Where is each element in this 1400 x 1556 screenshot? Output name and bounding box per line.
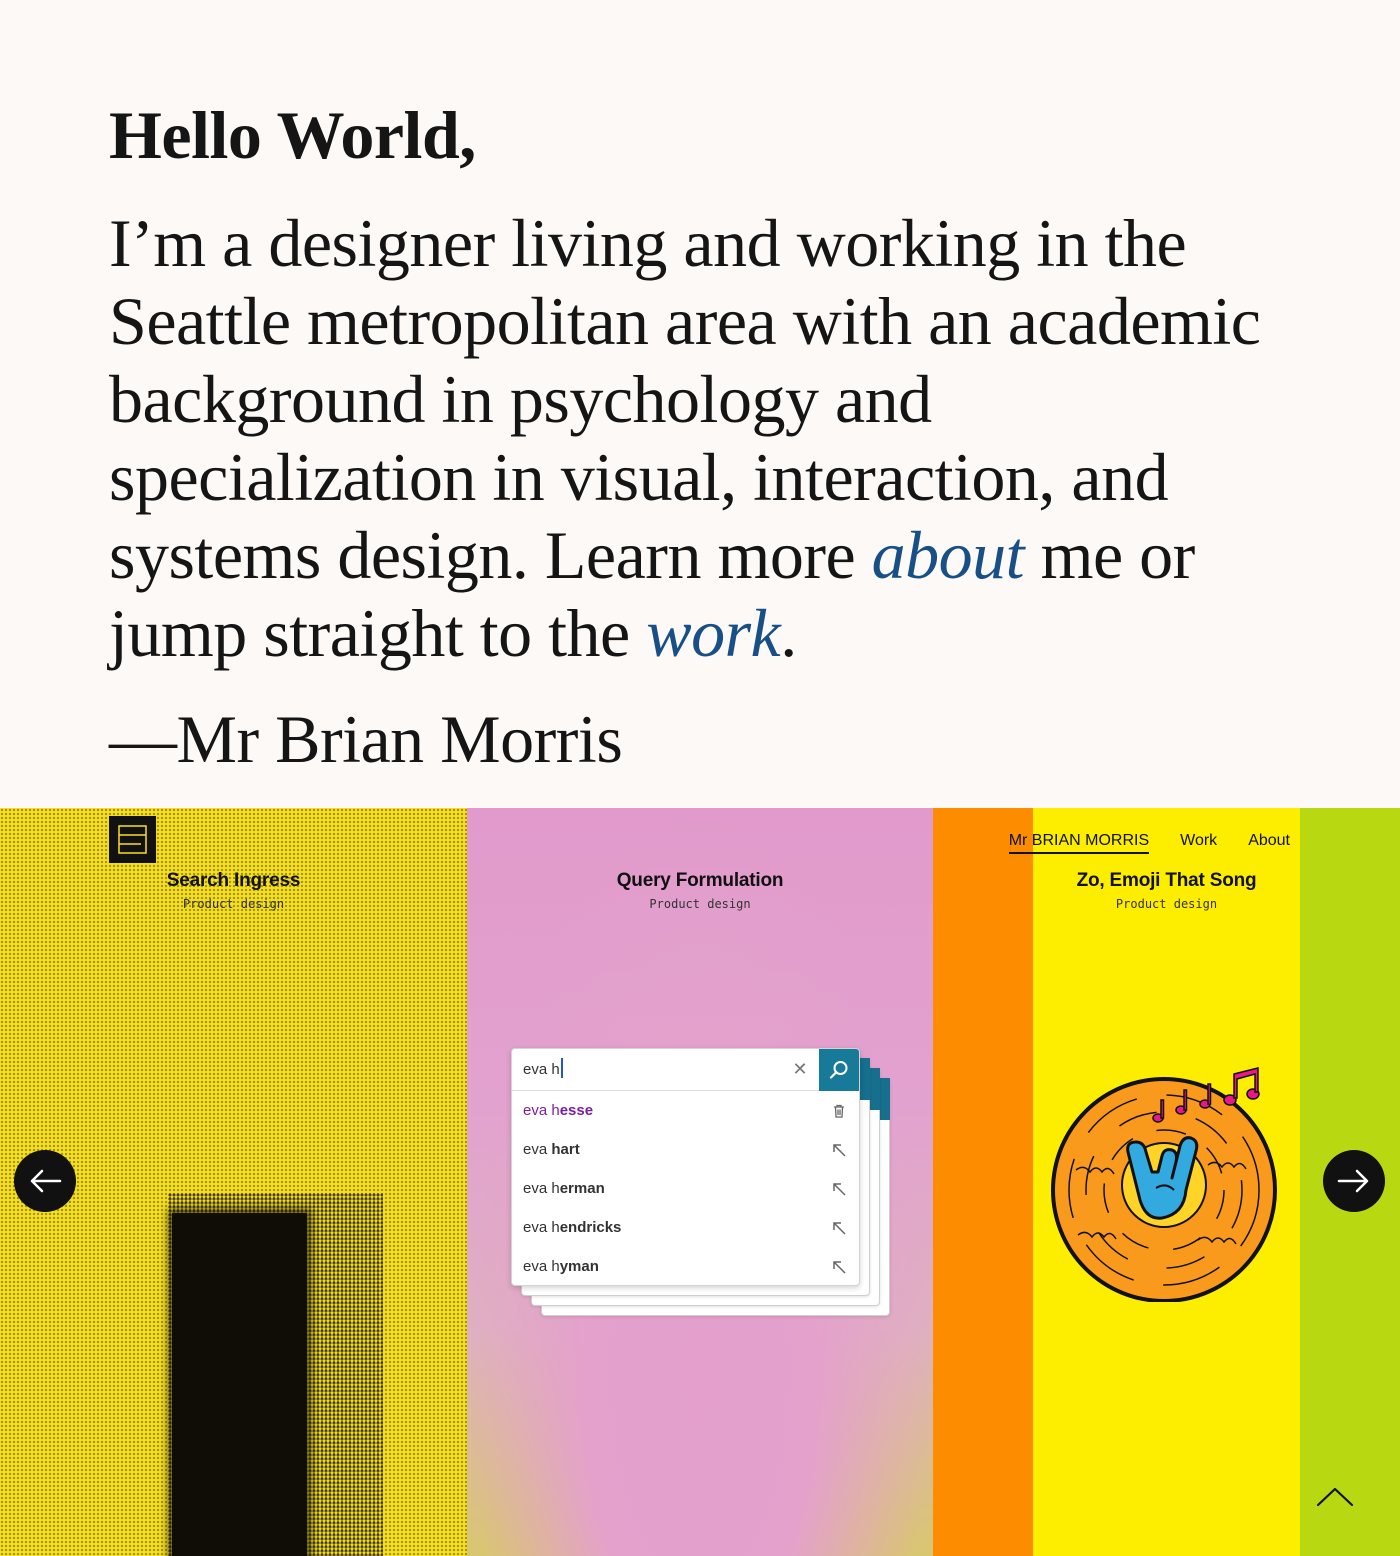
intro-section: Hello World, I’m a designer living and w… (109, 96, 1289, 778)
greeting-heading: Hello World, (109, 97, 476, 173)
arrow-up-left-icon[interactable] (831, 1181, 847, 1197)
nav-about-link[interactable]: About (1248, 832, 1290, 854)
search-input[interactable]: eva h (512, 1058, 781, 1079)
trash-icon[interactable] (831, 1103, 847, 1119)
about-link[interactable]: about (872, 517, 1025, 593)
suggestion-completion: esse (559, 1102, 594, 1119)
work-link[interactable]: work (646, 595, 781, 671)
suggestion-prefix: eva h (523, 1180, 560, 1197)
suggestion-item[interactable]: eva herman (512, 1169, 859, 1208)
halftone-bar-graphic (172, 1213, 307, 1556)
project-category: Product design (182, 897, 285, 911)
suggestion-text: eva herman (523, 1180, 605, 1197)
arrow-up-left-icon[interactable] (831, 1259, 847, 1275)
suggestion-item[interactable]: eva hart (512, 1130, 859, 1169)
search-input-row: eva h ✕ (512, 1049, 859, 1091)
suggestion-text: eva hesse (523, 1102, 593, 1119)
record-rock-hand-illustration (1051, 1067, 1277, 1302)
top-nav: Mr BRIAN MORRIS Work About (1008, 832, 1290, 854)
project-title: Query Formulation (616, 870, 784, 891)
carousel-prev-button[interactable] (14, 1150, 76, 1212)
search-box: eva h ✕ eva hesse eva hart eva herman eva h… (511, 1048, 860, 1286)
text-caret (560, 1058, 563, 1079)
logo-mark-icon (118, 825, 147, 854)
project-category: Product design (649, 897, 751, 911)
suggestion-item[interactable]: eva hesse (512, 1091, 859, 1130)
suggestion-text: eva hart (523, 1141, 580, 1158)
chevron-up-icon[interactable] (1316, 1483, 1354, 1511)
suggestion-prefix: eva h (523, 1258, 560, 1275)
project-category: Product design (1115, 897, 1218, 911)
suggestion-item[interactable]: eva hendricks (512, 1208, 859, 1247)
suggestion-prefix: eva h (523, 1219, 560, 1236)
clear-icon[interactable]: ✕ (781, 1059, 819, 1080)
arrow-right-icon (1337, 1169, 1369, 1193)
search-icon (829, 1060, 848, 1079)
suggestion-completion: yman (559, 1258, 599, 1275)
project-title: Zo, Emoji That Song (1076, 870, 1257, 891)
project-carousel: Search Ingress Product design Query Form… (0, 808, 1400, 1556)
signature: —Mr Brian Morris (109, 701, 623, 777)
suggestion-text: eva hendricks (523, 1219, 621, 1236)
suggestion-completion: endricks (559, 1219, 622, 1236)
nav-brand-link[interactable]: Mr BRIAN MORRIS (1008, 832, 1150, 854)
suggestion-prefix: eva (523, 1141, 552, 1158)
site-logo[interactable] (109, 816, 156, 863)
suggestion-text: eva hyman (523, 1258, 599, 1275)
bio-text-end: . (780, 595, 797, 671)
suggestion-completion: hart (551, 1141, 580, 1158)
search-button[interactable] (819, 1049, 859, 1091)
suggestion-item[interactable]: eva hyman (512, 1247, 859, 1285)
bio-paragraph: I’m a designer living and working in the… (109, 204, 1289, 672)
suggestion-list: eva hesse eva hart eva herman eva hendricks… (512, 1091, 859, 1285)
nav-work-link[interactable]: Work (1180, 832, 1217, 854)
project-title: Search Ingress (166, 870, 301, 891)
project-card-orange[interactable] (933, 808, 1033, 1556)
arrow-up-left-icon[interactable] (831, 1142, 847, 1158)
carousel-next-button[interactable] (1323, 1150, 1385, 1212)
search-query: eva h (523, 1060, 560, 1078)
arrow-up-left-icon[interactable] (831, 1220, 847, 1236)
suggestion-prefix: eva h (523, 1102, 560, 1119)
suggestion-completion: erman (559, 1180, 605, 1197)
arrow-left-icon (30, 1169, 62, 1193)
